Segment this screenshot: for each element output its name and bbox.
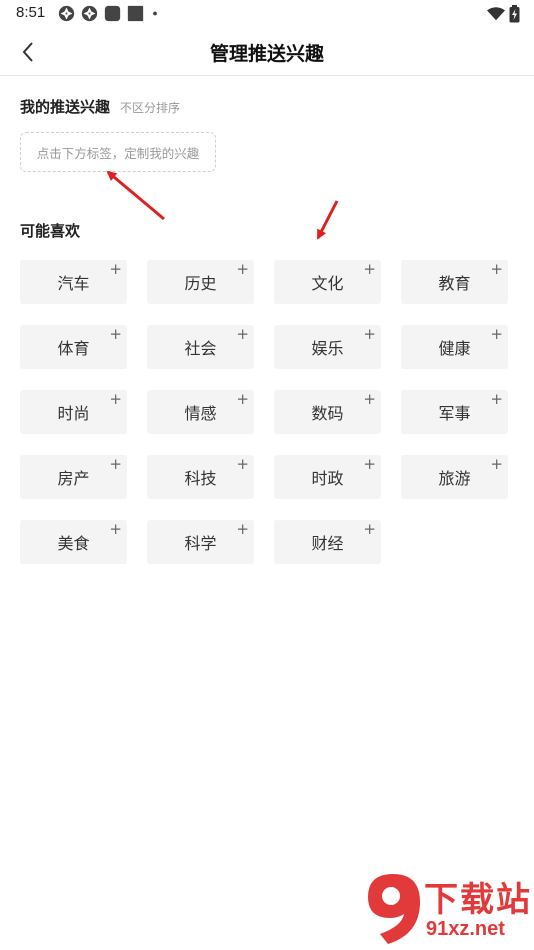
interest-tag[interactable]: 科技 + xyxy=(147,455,254,499)
plus-icon: + xyxy=(363,260,376,278)
interest-tag[interactable]: 科学 + xyxy=(147,520,254,564)
interest-tag[interactable]: 房产 + xyxy=(20,455,127,499)
plus-icon: + xyxy=(236,260,249,278)
interest-tag-label: 文化 xyxy=(311,274,344,293)
wifi-icon xyxy=(487,7,505,21)
watermark-title: 下载站 xyxy=(424,880,532,920)
interest-tag[interactable]: 娱乐 + xyxy=(274,325,381,369)
interest-tag-label: 房产 xyxy=(57,469,90,488)
status-icons-left xyxy=(58,5,160,22)
interest-tag-label: 时政 xyxy=(311,469,344,488)
interest-tag[interactable]: 历史 + xyxy=(147,260,254,304)
plus-icon: + xyxy=(236,520,249,538)
watermark-logo xyxy=(368,874,420,944)
arrow-to-dropzone xyxy=(106,170,165,221)
interest-tag[interactable]: 财经 + xyxy=(274,520,381,564)
interest-tag-label: 教育 xyxy=(438,274,471,293)
plus-icon: + xyxy=(236,455,249,473)
interest-tag[interactable]: 军事 + xyxy=(401,390,508,434)
page-title: 管理推送兴趣 xyxy=(209,43,324,65)
interest-tag[interactable]: 文化 + xyxy=(274,260,381,304)
plus-icon: + xyxy=(109,520,122,538)
interest-tag-label: 社会 xyxy=(184,339,217,358)
watermark: 下载站 91xz.net xyxy=(358,870,530,946)
plus-icon: + xyxy=(363,325,376,343)
plus-icon: + xyxy=(236,390,249,408)
my-interests-dropzone: 点击下方标签，定制我的兴趣 xyxy=(20,132,216,172)
plus-icon: + xyxy=(490,455,503,473)
plus-icon: + xyxy=(490,325,503,343)
interest-tag[interactable]: 美食 + xyxy=(20,520,127,564)
suggestion-tags: 汽车 + 历史 + 文化 + 教育 + 体育 + 社会 + 娱乐 + 健康 + 时尚 + 情感 + 数码 + 军事 + 房产 + 科… xyxy=(20,260,514,564)
my-interests-hint: 不区分排序 xyxy=(120,101,181,115)
my-interests-title: 我的推送兴趣 xyxy=(20,98,111,116)
interest-tag-label: 军事 xyxy=(438,404,471,423)
interest-tag-label: 数码 xyxy=(311,404,344,423)
plus-icon: + xyxy=(109,260,122,278)
interest-tag-label: 情感 xyxy=(184,404,217,423)
plus-icon: + xyxy=(363,455,376,473)
interest-tag-label: 财经 xyxy=(311,534,344,553)
interest-tag-label: 科技 xyxy=(184,469,217,488)
interest-tag[interactable]: 时政 + xyxy=(274,455,381,499)
interest-tag-label: 旅游 xyxy=(438,469,471,488)
interest-tag-label: 历史 xyxy=(184,274,217,293)
status-time: 8:51 xyxy=(16,4,46,21)
status-bar: 8:51 xyxy=(0,0,534,28)
plus-icon: + xyxy=(109,390,122,408)
interest-tag-label: 体育 xyxy=(57,339,90,358)
interest-tag-label: 汽车 xyxy=(57,274,90,293)
arrow-to-tags xyxy=(316,200,339,240)
plus-icon: + xyxy=(363,520,376,538)
interest-tag[interactable]: 健康 + xyxy=(401,325,508,369)
interest-tag[interactable]: 教育 + xyxy=(401,260,508,304)
interest-tag-label: 娱乐 xyxy=(311,339,344,358)
my-interests-placeholder: 点击下方标签，定制我的兴趣 xyxy=(36,145,200,161)
plus-icon: + xyxy=(490,260,503,278)
square-icon xyxy=(127,5,144,22)
status-icons-right xyxy=(487,5,520,23)
plus-icon: + xyxy=(109,455,122,473)
plus-icon: + xyxy=(363,390,376,408)
rounded-square-icon xyxy=(104,5,121,22)
suggestions-title: 可能喜欢 xyxy=(20,222,81,240)
interest-tag[interactable]: 体育 + xyxy=(20,325,127,369)
interest-tag[interactable]: 汽车 + xyxy=(20,260,127,304)
battery-charging-icon xyxy=(509,5,520,23)
interest-tag[interactable]: 旅游 + xyxy=(401,455,508,499)
interest-tag[interactable]: 情感 + xyxy=(147,390,254,434)
nav-bar: 管理推送兴趣 xyxy=(0,28,534,76)
interest-tag[interactable]: 数码 + xyxy=(274,390,381,434)
interest-tag-label: 时尚 xyxy=(57,404,90,423)
plus-icon: + xyxy=(236,325,249,343)
interest-tag[interactable]: 社会 + xyxy=(147,325,254,369)
watermark-site: 91xz.net xyxy=(426,918,505,940)
aperture-icon xyxy=(81,5,98,22)
interest-tag[interactable]: 时尚 + xyxy=(20,390,127,434)
interest-tag-label: 健康 xyxy=(438,339,471,358)
plus-icon: + xyxy=(490,390,503,408)
plus-icon: + xyxy=(109,325,122,343)
aperture-icon xyxy=(58,5,75,22)
interest-tag-label: 科学 xyxy=(184,534,217,553)
my-interests-header: 我的推送兴趣 不区分排序 xyxy=(20,96,180,117)
dot-icon xyxy=(153,11,157,16)
interest-tag-label: 美食 xyxy=(57,534,90,553)
